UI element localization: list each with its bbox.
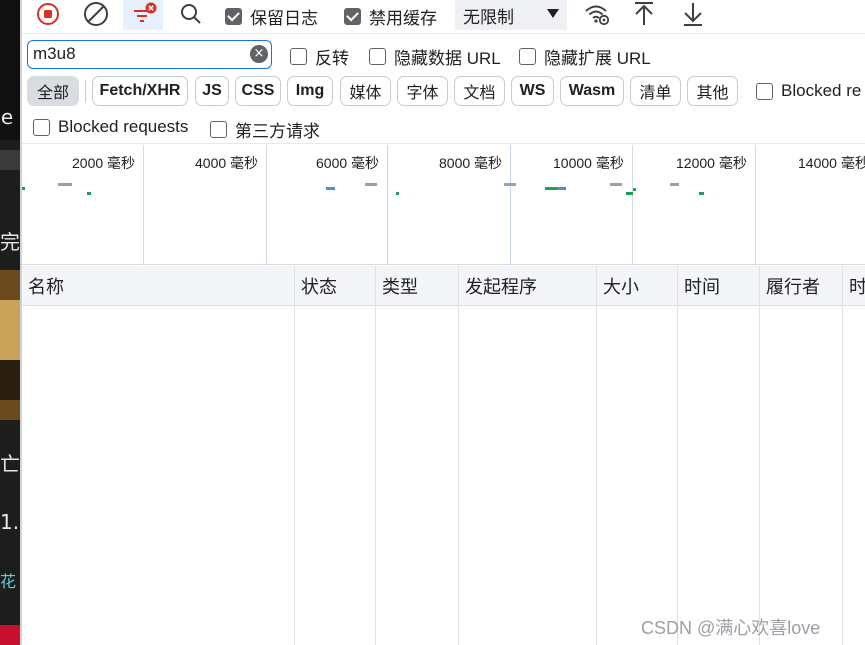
overview-request-bar [504, 183, 516, 186]
hide-extension-urls-check[interactable] [519, 48, 536, 65]
wifi-gear-icon[interactable] [583, 0, 611, 28]
overview-request-bar [670, 183, 679, 186]
blocked-requests-checkbox[interactable]: Blocked requests [33, 117, 188, 137]
type-filter-media[interactable]: 媒体 [340, 76, 391, 106]
filter-input[interactable] [28, 41, 238, 67]
search-icon[interactable] [177, 0, 205, 28]
resource-type-filters: 全部 Fetch/XHR JS CSS Img 媒体 字体 文档 WS Wasm… [22, 73, 865, 109]
watermark: CSDN @满心欢喜love [641, 618, 821, 638]
background-page-strip: e 完 亡 1. 花 [0, 0, 22, 645]
network-overview[interactable]: 2000 毫秒 4000 毫秒 6000 毫秒 8000 毫秒 10000 毫秒… [22, 145, 865, 265]
overview-request-bar [22, 187, 25, 190]
chevron-down-icon [547, 9, 559, 18]
overview-request-bar [545, 187, 557, 190]
overview-request-bar [633, 188, 636, 191]
overview-gridline [266, 145, 267, 265]
overview-request-bar [610, 183, 622, 186]
overview-tick-label: 4000 毫秒 [195, 155, 259, 171]
preserve-log-checkbox[interactable]: 保留日志 [225, 2, 318, 30]
filter-icon[interactable] [123, 0, 163, 30]
hide-data-urls-check[interactable] [369, 48, 386, 65]
overview-request-bar [557, 187, 566, 190]
column-header-initiator[interactable]: 发起程序 [459, 266, 596, 306]
download-icon[interactable] [679, 0, 707, 28]
type-filter-fetch-xhr[interactable]: Fetch/XHR [92, 76, 188, 106]
preserve-log-label: 保留日志 [250, 8, 318, 28]
overview-gridline [510, 145, 511, 265]
overview-request-bar [626, 192, 633, 195]
type-filter-wasm[interactable]: Wasm [560, 76, 624, 106]
type-filter-img[interactable]: Img [287, 76, 333, 106]
overview-gridline [143, 145, 144, 265]
preserve-log-check[interactable] [225, 7, 242, 25]
overview-tick-label: 6000 毫秒 [316, 155, 380, 171]
clear-circle-icon[interactable]: × [250, 45, 268, 63]
column-header-type[interactable]: 类型 [376, 266, 458, 306]
hide-data-urls-checkbox[interactable]: 隐藏数据 URL [369, 44, 501, 69]
record-stop-icon[interactable] [34, 0, 62, 28]
clear-icon[interactable] [82, 0, 110, 28]
overview-tick-label: 2000 毫秒 [72, 155, 136, 171]
throttling-select[interactable]: 无限制 [455, 0, 567, 30]
overview-gridline [632, 145, 633, 265]
overview-tick-label: 10000 毫秒 [553, 155, 624, 171]
network-toolbar: 保留日志 禁用缓存 无限制 [22, 0, 865, 34]
type-filter-divider [85, 80, 86, 102]
overview-request-bar [87, 192, 91, 195]
disable-cache-check[interactable] [344, 7, 361, 25]
overview-request-bar [699, 192, 704, 195]
type-filter-all[interactable]: 全部 [27, 76, 79, 106]
hide-data-urls-label: 隐藏数据 URL [394, 49, 501, 68]
upload-icon[interactable] [630, 0, 658, 28]
overview-request-bar [58, 183, 72, 186]
type-filter-ws[interactable]: WS [511, 76, 554, 106]
overview-tick-label: 14000 毫秒 [798, 155, 865, 171]
column-header-waterfall[interactable]: 时 [843, 266, 865, 306]
third-party-label: 第三方请求 [235, 122, 320, 141]
blocked-response-cookies-check[interactable] [756, 82, 773, 100]
disable-cache-checkbox[interactable]: 禁用缓存 [344, 2, 437, 30]
filter-row: × 反转 隐藏数据 URL 隐藏扩展 URL [22, 36, 865, 72]
type-filter-font[interactable]: 字体 [397, 76, 448, 106]
blocked-requests-label: Blocked requests [58, 117, 189, 136]
requests-table-header: 名称 状态 类型 发起程序 大小 时间 履行者 时 [22, 266, 865, 306]
overview-request-bar [365, 183, 377, 186]
overview-request-bar [326, 187, 335, 190]
overview-request-bar [396, 192, 399, 195]
hide-extension-urls-checkbox[interactable]: 隐藏扩展 URL [519, 44, 651, 69]
invert-check[interactable] [290, 48, 307, 65]
type-filter-doc[interactable]: 文档 [454, 76, 505, 106]
network-panel: 保留日志 禁用缓存 无限制 × 反转 隐藏数据 [22, 0, 865, 645]
blocked-requests-check[interactable] [33, 118, 50, 136]
third-party-checkbox[interactable]: 第三方请求 [210, 117, 320, 142]
type-filter-css[interactable]: CSS [235, 76, 281, 106]
requests-table-body[interactable] [22, 306, 865, 645]
third-party-check[interactable] [210, 121, 227, 138]
column-header-fulfilled-by[interactable]: 履行者 [760, 266, 842, 306]
column-header-status[interactable]: 状态 [295, 266, 375, 306]
invert-checkbox[interactable]: 反转 [290, 44, 349, 69]
blocked-response-cookies-checkbox[interactable]: Blocked re [756, 81, 861, 101]
type-filter-other[interactable]: 其他 [687, 76, 738, 106]
type-filter-manifest[interactable]: 清单 [630, 76, 681, 106]
type-filter-js[interactable]: JS [195, 76, 229, 106]
extra-filters-row: Blocked requests 第三方请求 [22, 110, 865, 144]
overview-tick-label: 8000 毫秒 [439, 155, 503, 171]
overview-gridline [387, 145, 388, 265]
filter-field[interactable]: × [27, 40, 272, 69]
column-header-name[interactable]: 名称 [22, 266, 294, 306]
blocked-response-cookies-label: Blocked re [781, 81, 862, 100]
overview-gridline [755, 145, 756, 265]
column-header-size[interactable]: 大小 [597, 266, 677, 306]
overview-tick-label: 12000 毫秒 [676, 155, 747, 171]
invert-label: 反转 [315, 49, 349, 68]
throttling-value: 无限制 [463, 7, 514, 27]
hide-extension-urls-label: 隐藏扩展 URL [544, 49, 651, 68]
column-header-time[interactable]: 时间 [678, 266, 759, 306]
disable-cache-label: 禁用缓存 [369, 8, 437, 28]
